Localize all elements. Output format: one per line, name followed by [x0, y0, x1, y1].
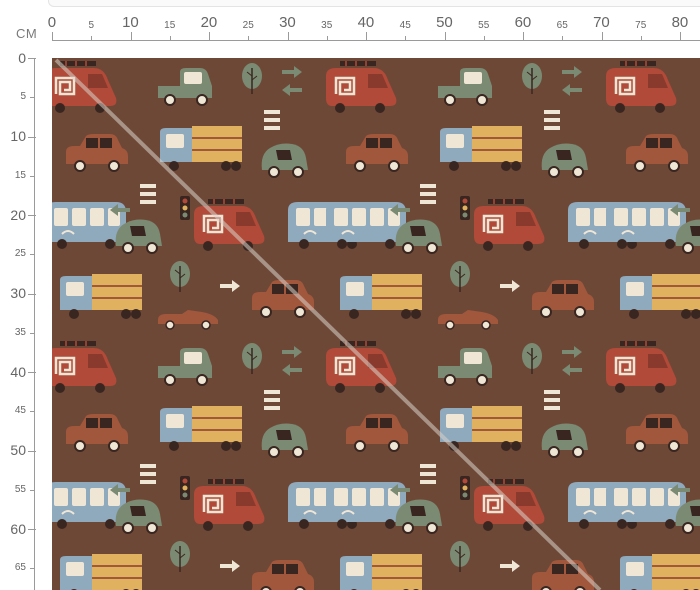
top-ruler-label: 60 [514, 14, 532, 31]
left-ruler-tick [28, 293, 36, 295]
top-ruler-label: 65 [556, 20, 568, 31]
left-ruler-tick [28, 450, 36, 452]
left-ruler-label: 10 [10, 128, 26, 145]
left-ruler-tick [28, 58, 36, 59]
top-ruler-tick [680, 32, 681, 41]
top-ruler-tick [52, 32, 53, 41]
left-ruler-tick [30, 254, 35, 256]
top-ruler-tick [287, 32, 289, 41]
fabric-pattern [52, 58, 700, 590]
top-ruler-tick [483, 36, 485, 41]
left-ruler-label: 20 [10, 206, 26, 223]
left-ruler-tick [30, 175, 35, 177]
top-ruler-line [52, 40, 700, 41]
top-ruler-label: 55 [478, 20, 490, 31]
top-ruler-tick [405, 36, 407, 41]
left-ruler-label: 45 [14, 405, 26, 417]
top-ruler-label: 70 [593, 14, 610, 31]
top-ruler-label: 25 [242, 20, 254, 31]
top-ruler-tick [248, 36, 250, 41]
top-ruler-label: 75 [635, 20, 647, 31]
left-ruler-tick [30, 489, 35, 491]
top-ruler-tick [562, 36, 564, 41]
top-ruler-label: 15 [164, 20, 176, 31]
left-ruler-tick [30, 332, 35, 334]
left-ruler-tick [30, 411, 35, 413]
window-frame [48, 0, 700, 7]
fabric-preview[interactable] [52, 58, 700, 590]
top-ruler-tick [91, 36, 93, 41]
left-ruler-label: 15 [14, 169, 26, 181]
top-ruler-tick [326, 36, 328, 41]
left-ruler-label: 65 [14, 562, 26, 574]
top-ruler-label: 20 [200, 14, 218, 31]
left-ruler-label: 25 [14, 248, 26, 260]
left-ruler-label: 30 [10, 285, 26, 302]
top-ruler-label: 50 [436, 14, 453, 31]
left-ruler-label: 0 [18, 49, 26, 66]
left-ruler-label: 60 [10, 520, 26, 537]
left-ruler-tick [28, 136, 36, 138]
top-ruler-tick [130, 32, 132, 41]
top-ruler-tick [640, 36, 642, 41]
unit-label: CM [16, 26, 38, 41]
top-ruler-tick [601, 32, 603, 41]
top-ruler-tick [209, 32, 210, 41]
top-ruler-tick [444, 32, 446, 41]
left-ruler-line [34, 58, 35, 590]
top-ruler-tick [366, 32, 367, 41]
left-ruler-tick [28, 372, 36, 373]
top-ruler-label: 30 [279, 14, 296, 31]
top-ruler-label: 40 [357, 14, 375, 31]
top-ruler-label: 10 [122, 14, 139, 31]
left-ruler-label: 35 [14, 326, 26, 338]
top-ruler-label: 80 [671, 14, 689, 31]
top-ruler-label: 35 [321, 20, 333, 31]
left-ruler-tick [28, 215, 36, 216]
left-ruler-label: 55 [14, 483, 26, 495]
left-ruler-label: 50 [10, 442, 26, 459]
top-ruler-tick [169, 36, 171, 41]
left-ruler-tick [30, 97, 35, 99]
left-ruler-label: 5 [20, 91, 26, 103]
left-ruler-tick [28, 529, 36, 530]
top-ruler-label: 0 [47, 14, 57, 31]
top-ruler-tick [523, 32, 524, 41]
top-ruler-label: 5 [88, 20, 94, 31]
top-ruler-label: 45 [399, 20, 411, 31]
left-ruler-tick [30, 568, 35, 570]
left-ruler-label: 40 [10, 363, 26, 380]
